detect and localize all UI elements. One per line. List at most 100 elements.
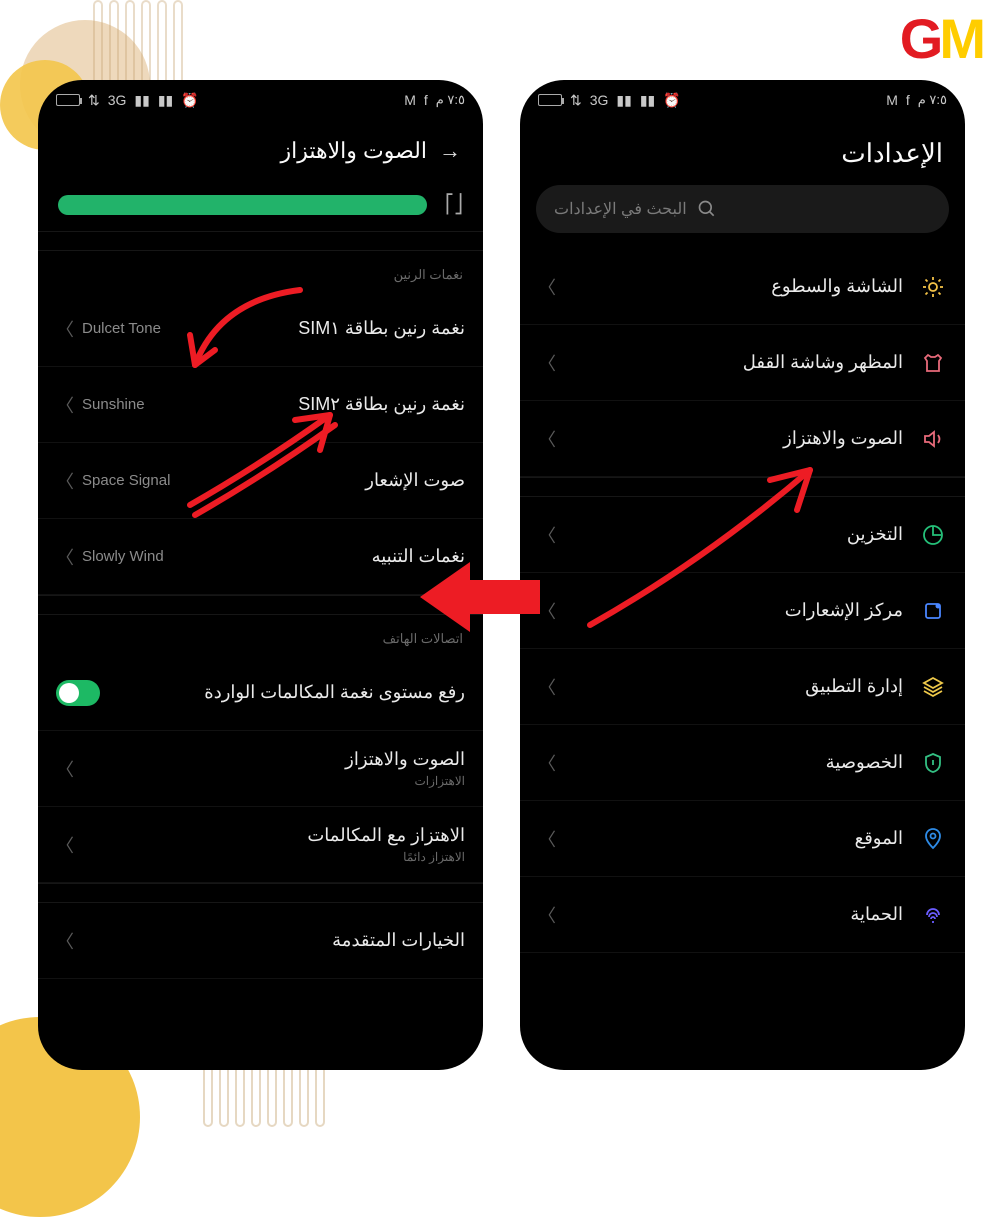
chevron-left-icon: 〈	[538, 826, 556, 852]
settings-item-theme[interactable]: 〈 المظهر وشاشة القفل	[520, 325, 965, 401]
back-arrow-icon[interactable]: →	[439, 138, 461, 164]
ringtone-value: Slowly Wind	[82, 548, 164, 565]
row-sub: الاهتزازات	[414, 774, 465, 788]
battery-icon	[538, 94, 562, 106]
notif-icon	[919, 597, 947, 625]
clock-text: ٧:٥ م	[436, 92, 465, 108]
settings-item-apps[interactable]: 〈 إدارة التطبيق	[520, 649, 965, 725]
settings-item-label: الحماية	[850, 904, 903, 925]
section-divider	[38, 883, 483, 903]
chevron-left-icon: 〈	[538, 274, 556, 300]
haptic-icon: ⎡⎦	[445, 194, 463, 215]
data-icon: ⇅	[88, 92, 100, 109]
settings-item-sound[interactable]: 〈 الصوت والاهتزاز	[520, 401, 965, 477]
ascend-ringtone-toggle[interactable]	[56, 680, 100, 706]
signal2-icon: ▮▮	[158, 92, 173, 109]
ringtone-label: نغمة رنين بطاقة SIM٢	[298, 394, 465, 415]
section-divider	[520, 477, 965, 497]
big-red-arrow-icon	[420, 552, 540, 647]
section-label-ringtones: نغمات الرنين	[38, 251, 483, 291]
status-bar: ⇅ 3G ▮▮ ▮▮ ⏰ M f ٧:٥ م	[38, 80, 483, 120]
status-bar: ⇅ 3G ▮▮ ▮▮ ⏰ M f ٧:٥ م	[520, 80, 965, 120]
section-label-calls: اتصالات الهاتف	[38, 615, 483, 655]
row-label: الخيارات المتقدمة	[332, 930, 465, 951]
ringtone-value: Sunshine	[82, 396, 145, 413]
settings-item-security[interactable]: 〈 الحماية	[520, 877, 965, 953]
pin-icon	[919, 825, 947, 853]
layers-icon	[919, 673, 947, 701]
sun-icon	[919, 273, 947, 301]
ringtone-label: نغمة رنين بطاقة SIM١	[298, 318, 465, 339]
settings-item-label: مركز الإشعارات	[785, 600, 903, 621]
phone-sound: ⇅ 3G ▮▮ ▮▮ ⏰ M f ٧:٥ م الصوت والاهتزاز →…	[38, 80, 483, 1070]
shield-icon	[919, 749, 947, 777]
settings-item-storage[interactable]: 〈 التخزين	[520, 497, 965, 573]
search-placeholder: البحث في الإعدادات	[554, 199, 687, 219]
shirt-icon	[919, 349, 947, 377]
page-title: الإعدادات	[520, 120, 965, 185]
chevron-left-icon: 〈	[538, 598, 556, 624]
signal-icon: ▮▮	[616, 92, 631, 109]
chevron-left-icon: 〈	[538, 426, 556, 452]
alarm-icon: ⏰	[663, 92, 680, 109]
settings-item-label: المظهر وشاشة القفل	[743, 352, 903, 373]
search-icon	[697, 199, 717, 219]
chart-icon	[919, 521, 947, 549]
settings-item-location[interactable]: 〈 الموقع	[520, 801, 965, 877]
network-icon: 3G	[108, 92, 127, 108]
chevron-left-icon: 〈	[538, 902, 556, 928]
settings-item-label: التخزين	[847, 524, 903, 545]
alarm-tones[interactable]: 〈 Slowly Wind نغمات التنبيه	[38, 519, 483, 595]
chevron-left-icon: 〈	[56, 756, 74, 782]
settings-item-privacy[interactable]: 〈 الخصوصية	[520, 725, 965, 801]
settings-item-label: الشاشة والسطوع	[771, 276, 903, 297]
phone-settings: ⇅ 3G ▮▮ ▮▮ ⏰ M f ٧:٥ م الإعدادات البحث ف…	[520, 80, 965, 1070]
battery-icon	[56, 94, 80, 106]
settings-item-notifications[interactable]: 〈 مركز الإشعارات	[520, 573, 965, 649]
facebook-icon: f	[424, 92, 428, 108]
vibrate-with-calls[interactable]: 〈 الاهتزاز مع المكالمات الاهتزاز دائمًا	[38, 807, 483, 883]
mail-icon: M	[404, 92, 416, 108]
signal-icon: ▮▮	[134, 92, 149, 109]
ringtone-label: صوت الإشعار	[365, 470, 465, 491]
clock-text: ٧:٥ م	[918, 92, 947, 108]
mail-icon: M	[886, 92, 898, 108]
chevron-left-icon: 〈	[56, 928, 74, 954]
row-label: الصوت والاهتزاز	[345, 749, 465, 770]
settings-item-label: الصوت والاهتزاز	[783, 428, 903, 449]
chevron-left-icon: 〈	[538, 750, 556, 776]
chevron-left-icon: 〈	[56, 832, 74, 858]
settings-item-label: الموقع	[855, 828, 903, 849]
ringtone-value: Space Signal	[82, 472, 170, 489]
sound-vibration[interactable]: 〈 الصوت والاهتزاز الاهتزازات	[38, 731, 483, 807]
ringtone-sim1[interactable]: 〈 Dulcet Tone نغمة رنين بطاقة SIM١	[38, 291, 483, 367]
chevron-left-icon: 〈	[538, 522, 556, 548]
row-sub: الاهتزاز دائمًا	[403, 850, 465, 864]
network-icon: 3G	[590, 92, 609, 108]
settings-item-label: إدارة التطبيق	[805, 676, 903, 697]
chevron-left-icon: 〈	[56, 392, 74, 418]
volume-slider[interactable]	[58, 195, 427, 215]
advanced-options[interactable]: 〈 الخيارات المتقدمة	[38, 903, 483, 979]
section-divider	[38, 595, 483, 615]
data-icon: ⇅	[570, 92, 582, 109]
ringtone-value: Dulcet Tone	[82, 320, 161, 337]
toggle-label: رفع مستوى نغمة المكالمات الواردة	[204, 682, 465, 703]
settings-item-label: الخصوصية	[826, 752, 903, 773]
row-label: الاهتزاز مع المكالمات	[307, 825, 465, 846]
notification-sound[interactable]: 〈 Space Signal صوت الإشعار	[38, 443, 483, 519]
ascend-ringtone-toggle-row: رفع مستوى نغمة المكالمات الواردة	[38, 655, 483, 731]
ringtone-sim2[interactable]: 〈 Sunshine نغمة رنين بطاقة SIM٢	[38, 367, 483, 443]
settings-item-display[interactable]: 〈 الشاشة والسطوع	[520, 249, 965, 325]
signal2-icon: ▮▮	[640, 92, 655, 109]
chevron-left-icon: 〈	[56, 316, 74, 342]
chevron-left-icon: 〈	[56, 544, 74, 570]
chevron-left-icon: 〈	[56, 468, 74, 494]
facebook-icon: f	[906, 92, 910, 108]
chevron-left-icon: 〈	[538, 350, 556, 376]
section-divider	[38, 231, 483, 251]
alarm-icon: ⏰	[181, 92, 198, 109]
gm-logo: GM	[900, 6, 982, 71]
fingerprint-icon	[919, 901, 947, 929]
search-input[interactable]: البحث في الإعدادات	[536, 185, 949, 233]
